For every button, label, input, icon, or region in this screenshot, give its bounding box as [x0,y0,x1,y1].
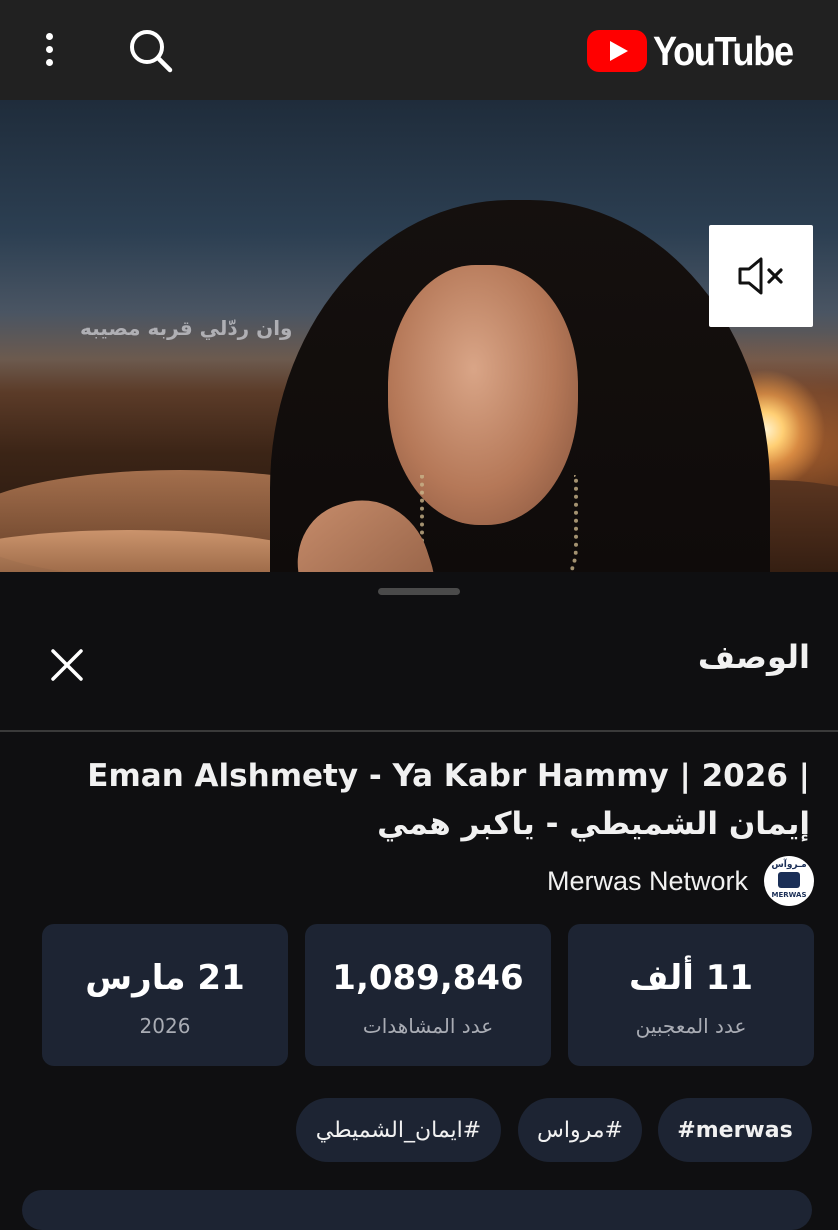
stat-label: عدد المعجبين [635,1014,747,1038]
stat-date: 21 مارس 2026 [42,924,288,1066]
next-card[interactable] [22,1190,812,1230]
channel-name[interactable]: Merwas Network [547,866,748,897]
youtube-play-icon [587,30,648,72]
close-button[interactable] [46,644,88,686]
youtube-logo-text: YouTube [653,27,794,74]
channel-avatar[interactable]: مـروآس MERWAS [764,856,814,906]
stats-row: 11 ألف عدد المعجبين 1,089,846 عدد المشاه… [42,924,814,1066]
stat-label: عدد المشاهدات [362,1014,494,1038]
hashtag-chip[interactable]: #مرواس [518,1098,642,1162]
stat-likes: 11 ألف عدد المعجبين [568,924,814,1066]
divider [0,730,838,732]
stat-views: 1,089,846 عدد المشاهدات [305,924,551,1066]
top-app-bar: YouTube [0,0,838,100]
sheet-title: الوصف [697,638,810,676]
hashtag-chip[interactable]: #merwas [658,1098,812,1162]
more-vert-icon[interactable] [36,30,64,70]
mute-button[interactable] [709,225,813,327]
stat-value: 11 ألف [628,958,754,998]
drag-handle[interactable] [378,588,460,595]
hashtag-chip[interactable]: #ايمان_الشميطي [296,1098,501,1162]
search-icon[interactable] [126,26,174,74]
description-sheet: الوصف Eman Alshmety - Ya Kabr Hammy | 20… [0,572,838,1230]
stat-value: 1,089,846 [332,958,524,998]
close-icon [51,649,83,681]
video-player[interactable]: وان ردّلي قربه مصيبه [0,100,838,572]
stat-label: 2026 [139,1014,191,1038]
hashtag-row: #merwas #مرواس #ايمان_الشميطي [0,1098,838,1168]
channel-row[interactable]: Merwas Network مـروآس MERWAS [547,856,814,906]
video-title: Eman Alshmety - Ya Kabr Hammy | 2026 | إ… [40,752,810,848]
lyric-overlay-text: وان ردّلي قربه مصيبه [80,316,293,340]
video-title-line2: إيمان الشميطي - ياكبر همي [377,806,810,842]
video-title-line1: Eman Alshmety - Ya Kabr Hammy | 2026 | [87,758,810,794]
youtube-logo[interactable]: YouTube [587,28,812,74]
volume-off-icon [738,257,783,295]
stat-value: 21 مارس [85,958,245,998]
